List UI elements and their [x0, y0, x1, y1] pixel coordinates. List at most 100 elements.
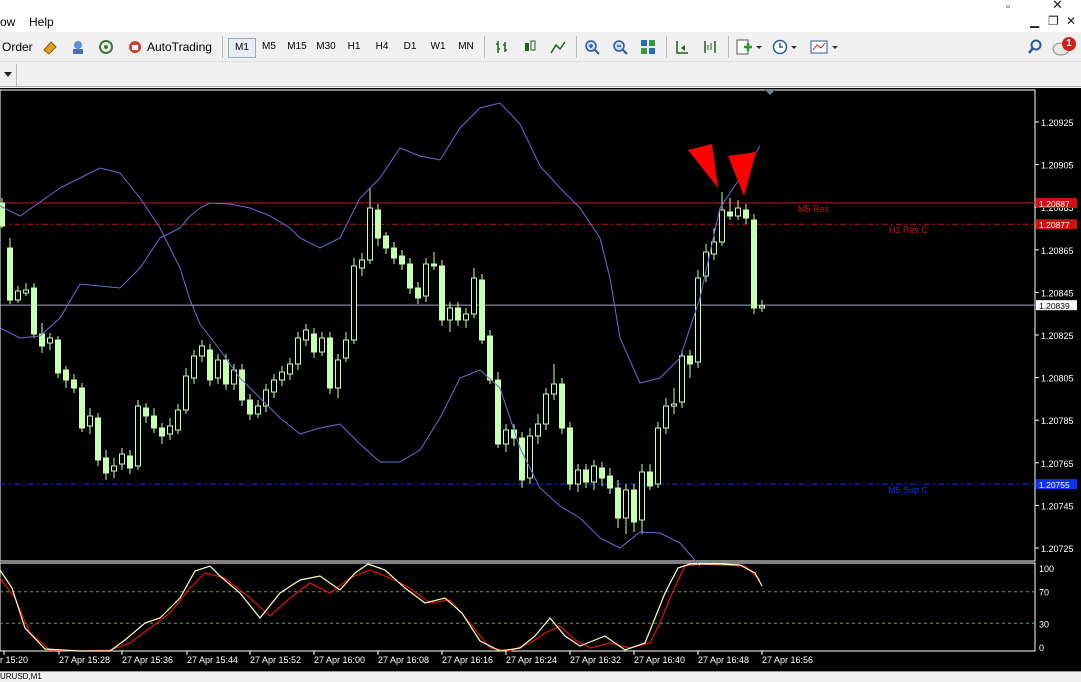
zoom-out-icon[interactable]	[612, 39, 628, 55]
separator	[728, 36, 729, 58]
periods-clock-icon[interactable]	[772, 39, 798, 55]
search-icon[interactable]	[1027, 39, 1043, 55]
candle-body	[727, 211, 733, 217]
chart-shift-marker-icon[interactable]	[765, 90, 775, 95]
close-icon[interactable]: ✕	[1066, 14, 1076, 28]
candle-body	[383, 235, 389, 249]
candle-body	[23, 289, 29, 294]
candle-body	[647, 471, 653, 487]
autotrading-button[interactable]: AutoTrading	[126, 37, 212, 57]
time-axis-label: 27 Apr 16:08	[378, 655, 429, 665]
candle-body	[519, 437, 525, 481]
price-axis-label: 1.20825	[1041, 331, 1074, 341]
notification-badge: 1	[1062, 37, 1076, 51]
candle-body	[399, 255, 405, 265]
candle-body	[535, 423, 541, 437]
dropdown-arrow-icon[interactable]	[4, 72, 12, 78]
separator	[222, 36, 223, 58]
chart-window[interactable]: 1.20925 1.20905 1.20885 1.20865 1.20845 1.208…	[0, 88, 1081, 671]
price-axis-label: 1.20765	[1041, 459, 1074, 469]
price-chart[interactable]: 1.209251.209051.208851.208651.208451.208…	[0, 88, 1081, 671]
line-chart-icon[interactable]	[550, 39, 566, 55]
timeframe-m30-button[interactable]: M30	[313, 38, 339, 56]
window-titlebar: ▫ ✕	[0, 0, 1081, 13]
candle-body	[311, 333, 317, 353]
candle-body	[463, 313, 469, 321]
candle-body	[31, 287, 37, 335]
time-axis-label: 27 Apr 16:48	[698, 655, 749, 665]
notifications-button[interactable]: 1	[1052, 36, 1076, 58]
candle-body	[47, 337, 53, 344]
time-axis-label: 27 Apr 15:28	[59, 655, 110, 665]
new-order-label: Order	[2, 40, 33, 54]
candle-body	[751, 219, 757, 309]
menu-help[interactable]: Help	[29, 15, 54, 29]
candle-body	[319, 337, 325, 353]
candlestick-icon[interactable]	[522, 39, 538, 55]
candle-body	[591, 465, 597, 483]
candle-body	[639, 471, 645, 521]
candle-body	[407, 263, 413, 289]
price-axis-label: 1.20805	[1041, 374, 1074, 384]
time-axis-label: r 15:20	[0, 655, 28, 665]
templates-icon[interactable]	[810, 39, 840, 55]
candle-body	[95, 417, 101, 461]
candle-body	[87, 415, 93, 427]
candle-body	[223, 359, 229, 385]
candle-body	[575, 469, 581, 485]
candle-body	[351, 265, 357, 341]
candle-body	[487, 335, 493, 381]
auto-scroll-icon[interactable]	[674, 39, 690, 55]
candle-body	[15, 290, 21, 301]
chart-tab-eurusd[interactable]: URUSD,M1	[0, 672, 42, 681]
m5-res-label: M5 Res	[798, 204, 830, 214]
candle-body	[743, 209, 749, 219]
timeframe-d1-button[interactable]: D1	[397, 38, 423, 56]
timeframe-h1-button[interactable]: H1	[341, 38, 367, 56]
restore-icon[interactable]: ❐	[1048, 14, 1059, 28]
bar-chart-icon[interactable]	[494, 39, 510, 55]
candle-body	[103, 457, 109, 474]
candle-body	[183, 375, 189, 411]
zoom-in-icon[interactable]	[584, 39, 600, 55]
separator	[666, 36, 667, 58]
menu-window[interactable]: ow	[0, 15, 15, 29]
candle-body	[503, 429, 509, 445]
timeframe-m1-button[interactable]: M1	[228, 38, 256, 58]
candle-body	[679, 355, 685, 403]
candle-body	[615, 487, 621, 519]
terminal-icon[interactable]	[70, 39, 86, 55]
time-axis-label: 27 Apr 16:00	[314, 655, 365, 665]
signals-icon[interactable]	[98, 39, 114, 55]
new-order-button[interactable]: Order	[2, 37, 33, 57]
timeframe-mn-button[interactable]: MN	[453, 38, 479, 56]
chart-tab-bar: URUSD,M1	[0, 671, 1081, 682]
chart-shift-icon[interactable]	[702, 39, 718, 55]
time-axis-label: 27 Apr 16:32	[570, 655, 621, 665]
candle-body	[7, 247, 13, 301]
candle-body	[439, 265, 445, 321]
osc-axis-label: 30	[1039, 619, 1049, 629]
timeframe-m15-button[interactable]: M15	[284, 38, 310, 56]
indicators-icon[interactable]	[736, 39, 762, 55]
timeframe-m5-button[interactable]: M5	[256, 38, 282, 56]
candle-body	[623, 489, 629, 519]
candle-body	[295, 337, 301, 365]
candle-body	[687, 355, 693, 365]
candle-body	[735, 207, 741, 217]
candle-body	[607, 475, 613, 489]
osc-axis-label: 70	[1039, 588, 1049, 598]
main-chart-frame	[0, 89, 1036, 562]
timeframe-h4-button[interactable]: H4	[369, 38, 395, 56]
price-axis-label: 1.20785	[1041, 416, 1074, 426]
metaeditor-icon[interactable]	[42, 39, 58, 55]
candle-body	[663, 405, 669, 429]
candle-body	[175, 409, 181, 431]
tile-windows-icon[interactable]	[640, 39, 656, 55]
candle-body	[55, 339, 61, 374]
timeframe-w1-button[interactable]: W1	[425, 38, 451, 56]
minimize-icon[interactable]: ▁	[1030, 14, 1039, 28]
stochastic-main-line	[0, 563, 763, 652]
time-axis-label: 27 Apr 16:24	[506, 655, 557, 665]
candle-body	[415, 287, 421, 299]
